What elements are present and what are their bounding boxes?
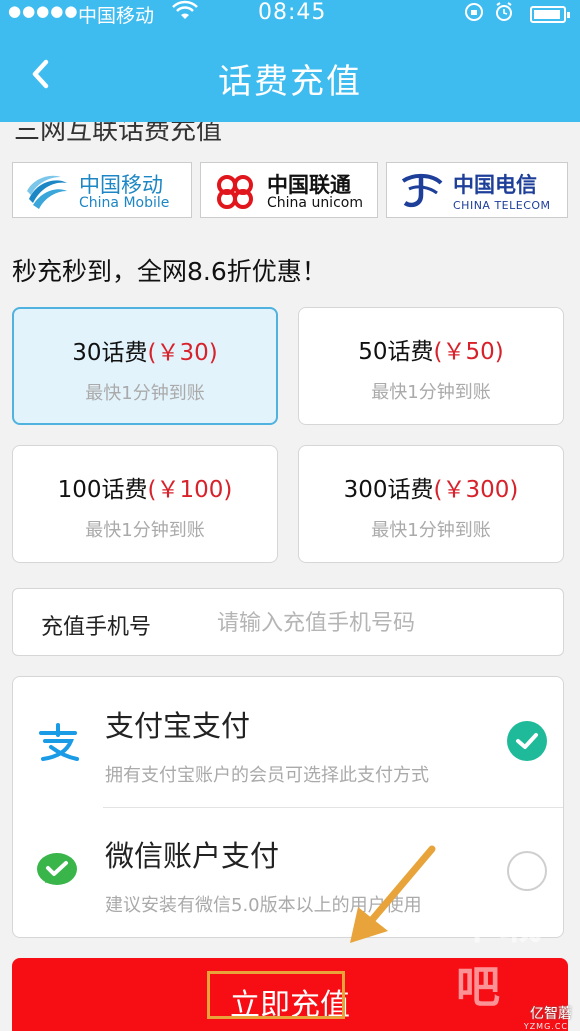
annotation-arrow-icon <box>350 845 436 943</box>
amount-option-30[interactable]: 30话费(￥30) 最快1分钟到账 <box>12 307 278 425</box>
alipay-icon <box>39 723 79 761</box>
amount-price: (￥100) <box>147 477 233 503</box>
amount-price: (￥300) <box>433 477 519 503</box>
carrier-en-name: CHINA TELECOM <box>453 199 551 212</box>
carrier-en-name: China Mobile <box>79 195 170 211</box>
annotation-highlight-box <box>207 971 345 1019</box>
carrier-china-telecom: 中国电信 CHINA TELECOM <box>386 162 568 218</box>
amount-delivery-note: 最快1分钟到账 <box>371 520 491 541</box>
promo-text: 秒充秒到，全网8.6折优惠！ <box>12 257 327 286</box>
payment-title: 微信账户支付 <box>105 839 280 873</box>
watermark-sub: YZMG.CC <box>523 1022 568 1031</box>
watermark-logo: 亿智蘑 <box>530 1006 572 1022</box>
wechat-pay-icon <box>37 853 77 885</box>
carrier-en-name: China unicom <box>267 195 363 211</box>
status-bar: ●●●●● 中国移动 08:45 <box>0 0 580 28</box>
payment-description: 拥有支付宝账户的会员可选择此支付方式 <box>105 765 429 786</box>
amount-label: 30话费(￥30) <box>72 340 218 366</box>
battery-icon <box>530 6 570 23</box>
phone-label: 充值手机号 <box>41 615 152 640</box>
amount-option-300[interactable]: 300话费(￥300) 最快1分钟到账 <box>298 445 564 563</box>
china-telecom-logo-icon <box>401 174 443 208</box>
amount-option-50[interactable]: 50话费(￥50) 最快1分钟到账 <box>298 307 564 425</box>
app-header: ●●●●● 中国移动 08:45 话费充值 <box>0 0 580 122</box>
amount-delivery-note: 最快1分钟到账 <box>85 520 205 541</box>
carrier-china-mobile: 中国移动 China Mobile <box>12 162 192 218</box>
carrier-cn-name: 中国电信 <box>453 173 537 197</box>
carrier-logos: 中国移动 China Mobile 中国联通 China unicom 中国电信… <box>12 162 568 220</box>
china-mobile-logo-icon <box>27 175 67 209</box>
payment-option-alipay[interactable]: 支付宝支付 拥有支付宝账户的会员可选择此支付方式 <box>13 677 565 807</box>
carrier-name: 中国移动 <box>78 5 155 27</box>
amount-delivery-note: 最快1分钟到账 <box>85 383 205 404</box>
phone-number-input[interactable] <box>217 603 547 643</box>
page-title: 话费充值 <box>218 62 362 102</box>
amount-label: 50话费(￥50) <box>358 339 504 365</box>
amount-label: 300话费(￥300) <box>343 477 519 503</box>
amount-delivery-note: 最快1分钟到账 <box>371 382 491 403</box>
checkmark-icon <box>516 733 538 749</box>
watermark: 下载吧 亿智蘑 YZMG.CC <box>456 898 576 1031</box>
amount-price: (￥30) <box>147 340 218 366</box>
watermark-text: 下载吧 <box>456 898 542 1013</box>
rotation-lock-icon <box>464 1 518 28</box>
wifi-icon <box>172 0 198 26</box>
signal-strength-icon: ●●●●● <box>8 2 79 20</box>
amount-label: 100话费(￥100) <box>57 477 233 503</box>
phone-input-row: 充值手机号 <box>12 588 564 656</box>
payment-radio-unselected[interactable] <box>507 851 547 891</box>
china-unicom-logo-icon <box>217 175 253 209</box>
amount-option-100[interactable]: 100话费(￥100) 最快1分钟到账 <box>12 445 278 563</box>
payment-title: 支付宝支付 <box>105 709 251 743</box>
status-time: 08:45 <box>258 0 327 25</box>
payment-radio-selected[interactable] <box>507 721 547 761</box>
carrier-china-unicom: 中国联通 China unicom <box>200 162 378 218</box>
amount-price: (￥50) <box>433 339 504 365</box>
